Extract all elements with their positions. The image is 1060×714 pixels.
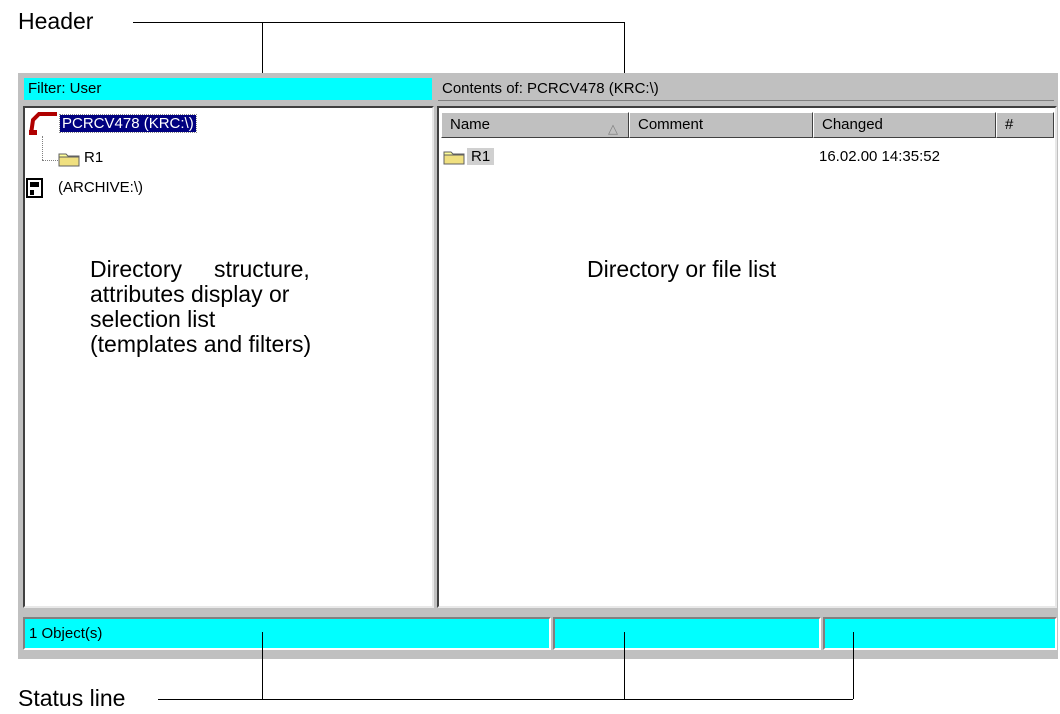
robot-icon xyxy=(29,112,57,135)
callout-status-line: Status line xyxy=(18,685,126,711)
status-field-3 xyxy=(823,617,1057,650)
column-header-number-label: # xyxy=(1005,116,1014,133)
status-field-objects: 1 Object(s) xyxy=(23,617,551,650)
left-pane-label-line2: attributes display or xyxy=(90,281,290,307)
column-header-changed[interactable]: Changed xyxy=(813,112,996,138)
left-pane-label-line1: Directory structure, xyxy=(90,256,310,282)
tree-connector-horizontal xyxy=(42,160,58,161)
file-name: R1 xyxy=(467,148,495,165)
column-header-comment[interactable]: Comment xyxy=(629,112,813,138)
status-objects-text: 1 Object(s) xyxy=(29,625,103,642)
folder-icon xyxy=(58,153,80,167)
contents-header: Contents of: PCRCV478 (KRC:\) xyxy=(438,78,1054,101)
archive-drive-icon xyxy=(26,178,43,198)
tree-item-root[interactable]: PCRCV478 (KRC:\) xyxy=(59,114,197,134)
filter-header: Filter: User xyxy=(24,78,432,100)
table-row[interactable]: R1 16.02.00 14:35:52 xyxy=(443,145,1053,169)
callout-status-leader-3 xyxy=(853,632,854,699)
contents-header-label: Contents of: PCRCV478 (KRC:\) xyxy=(442,80,659,97)
column-header-comment-label: Comment xyxy=(638,116,704,133)
column-header-name-label: Name xyxy=(450,116,491,133)
filter-header-label: Filter: User xyxy=(28,80,102,97)
tree-connector-vertical xyxy=(42,136,43,160)
column-header-name[interactable]: Name △ xyxy=(441,112,629,138)
callout-header: Header xyxy=(18,8,94,34)
left-pane-label-line3: selection list xyxy=(90,306,216,332)
tree-item-r1[interactable]: R1 xyxy=(84,148,103,168)
callout-status-leader-2 xyxy=(624,632,625,699)
file-name-cell: R1 xyxy=(467,146,495,168)
callout-status-line-line xyxy=(158,699,853,700)
callout-header-line xyxy=(133,22,624,23)
tree-item-archive[interactable]: (ARCHIVE:\) xyxy=(58,178,143,198)
sort-ascending-icon: △ xyxy=(608,121,618,136)
file-changed: 16.02.00 14:35:52 xyxy=(819,148,940,165)
folder-icon xyxy=(443,151,465,165)
left-pane-label-line4: (templates and filters) xyxy=(90,331,312,357)
file-list-pane[interactable] xyxy=(437,106,1057,608)
tree-item-root-label: PCRCV478 (KRC:\) xyxy=(59,114,197,133)
callout-status-leader-1 xyxy=(262,632,263,699)
column-header-number[interactable]: # xyxy=(996,112,1054,138)
status-field-2 xyxy=(553,617,821,650)
column-header-changed-label: Changed xyxy=(822,116,883,133)
right-pane-label: Directory or file list xyxy=(587,256,777,282)
